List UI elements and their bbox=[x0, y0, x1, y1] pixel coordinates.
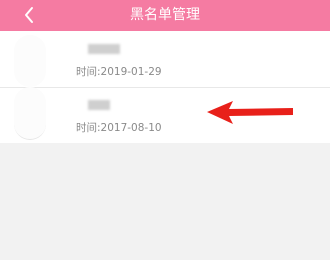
blacklist-item[interactable]: 时间:2019-01-29 bbox=[0, 31, 330, 87]
time-value: 2017-08-10 bbox=[100, 122, 162, 134]
blurred-name bbox=[88, 100, 110, 110]
time-label: 时间: bbox=[76, 122, 101, 134]
red-arrow-icon bbox=[207, 101, 293, 124]
blurred-name bbox=[88, 44, 120, 54]
time-label: 时间: bbox=[76, 66, 101, 78]
time-text: 时间:2017-08-10 bbox=[76, 120, 162, 135]
header-bar: 黑名单管理 bbox=[0, 0, 330, 31]
page-title: 黑名单管理 bbox=[130, 7, 200, 23]
time-value: 2019-01-29 bbox=[100, 66, 162, 78]
avatar bbox=[14, 87, 46, 140]
avatar bbox=[14, 35, 46, 87]
time-text: 时间:2019-01-29 bbox=[76, 64, 162, 79]
